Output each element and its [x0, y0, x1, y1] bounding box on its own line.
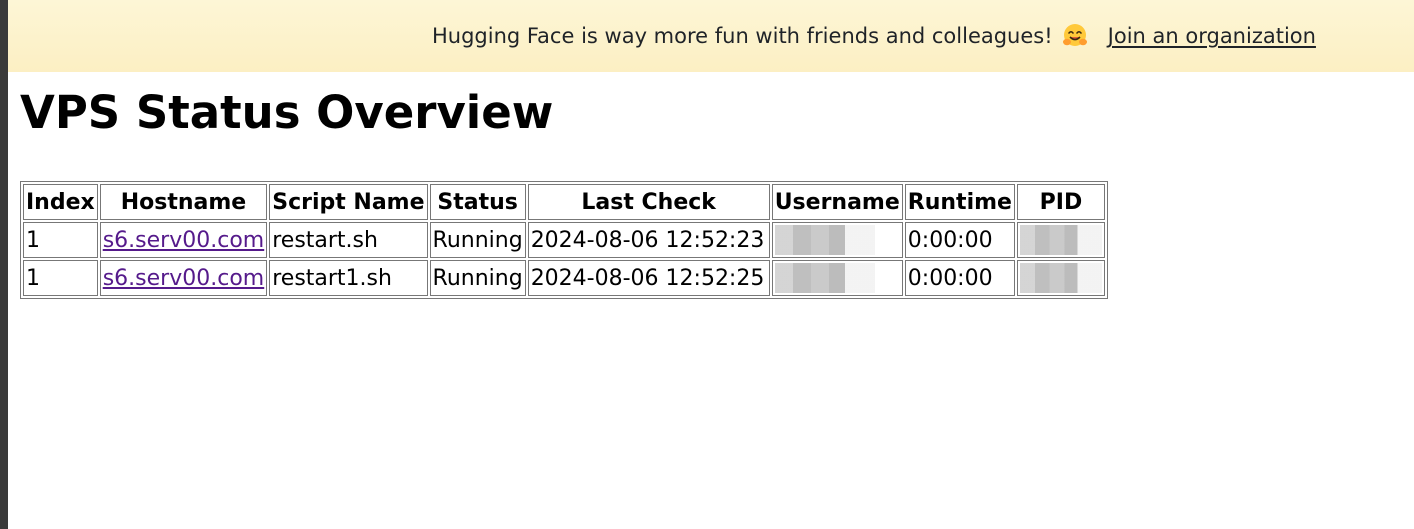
browser-viewport: Hugging Face is way more fun with friend…	[0, 0, 1414, 529]
cell-last-check: 2024-08-06 12:52:23	[527, 222, 770, 258]
column-header-index: Index	[23, 184, 98, 220]
vps-status-table: Index Hostname Script Name Status Last C…	[20, 181, 1108, 299]
column-header-status: Status	[429, 184, 526, 220]
cell-username	[771, 260, 903, 296]
status-table-container: Index Hostname Script Name Status Last C…	[20, 181, 1108, 299]
cell-runtime: 0:00:00	[904, 260, 1015, 296]
table-row: 1 s6.serv00.com restart1.sh Running 2024…	[23, 260, 1105, 296]
join-organization-link[interactable]: Join an organization	[1108, 24, 1316, 48]
cell-status: Running	[429, 222, 526, 258]
redacted-pid	[1019, 225, 1102, 255]
cell-hostname: s6.serv00.com	[99, 260, 268, 296]
cell-script-name: restart.sh	[269, 222, 428, 258]
hugging-face-emoji-icon	[1062, 23, 1088, 49]
redacted-username	[774, 225, 875, 255]
cell-pid	[1016, 222, 1105, 258]
column-header-script-name: Script Name	[269, 184, 428, 220]
cell-pid	[1016, 260, 1105, 296]
cell-username	[771, 222, 903, 258]
org-promo-banner: Hugging Face is way more fun with friend…	[8, 0, 1414, 72]
redacted-username	[774, 263, 875, 293]
table-header-row: Index Hostname Script Name Status Last C…	[23, 184, 1105, 220]
cell-script-name: restart1.sh	[269, 260, 428, 296]
cell-index: 1	[23, 222, 98, 258]
banner-content: Hugging Face is way more fun with friend…	[432, 0, 1316, 72]
column-header-hostname: Hostname	[99, 184, 268, 220]
redacted-pid	[1019, 263, 1102, 293]
cell-index: 1	[23, 260, 98, 296]
table-row: 1 s6.serv00.com restart.sh Running 2024-…	[23, 222, 1105, 258]
cell-status: Running	[429, 260, 526, 296]
hostname-link[interactable]: s6.serv00.com	[103, 266, 265, 291]
cell-runtime: 0:00:00	[904, 222, 1015, 258]
cell-hostname: s6.serv00.com	[99, 222, 268, 258]
column-header-runtime: Runtime	[904, 184, 1015, 220]
column-header-pid: PID	[1016, 184, 1105, 220]
page-title: VPS Status Overview	[20, 86, 554, 139]
banner-message: Hugging Face is way more fun with friend…	[432, 24, 1053, 48]
hostname-link[interactable]: s6.serv00.com	[103, 228, 265, 253]
cell-last-check: 2024-08-06 12:52:25	[527, 260, 770, 296]
column-header-last-check: Last Check	[527, 184, 770, 220]
column-header-username: Username	[771, 184, 903, 220]
